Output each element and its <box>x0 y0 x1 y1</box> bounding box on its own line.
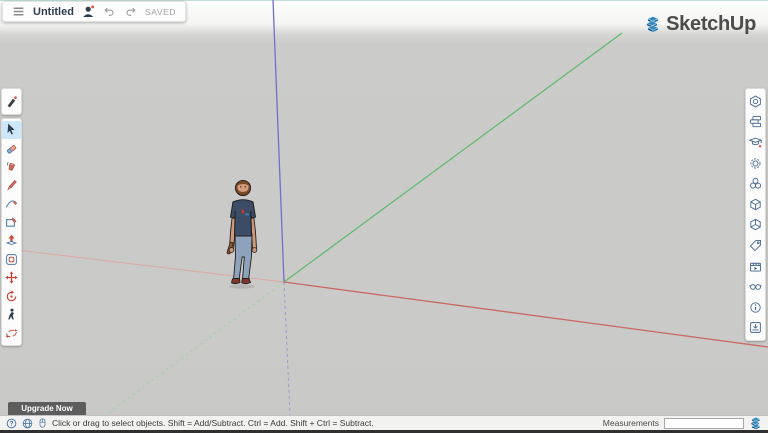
push-pull-icon <box>5 234 18 247</box>
tags-icon <box>749 239 762 252</box>
line-pencil-icon <box>5 179 18 192</box>
panel-model-info[interactable] <box>746 297 765 318</box>
move-tool-icon <box>5 271 18 284</box>
mouse-hints-button[interactable] <box>38 417 47 429</box>
tool-paint[interactable] <box>2 158 21 177</box>
sketchup-mini-logo-icon <box>749 417 762 430</box>
tool-move[interactable] <box>2 269 21 288</box>
orbit-tool-icon <box>5 327 18 340</box>
views-icon <box>749 218 762 231</box>
drawing-axes <box>0 0 768 415</box>
tool-line[interactable] <box>2 176 21 195</box>
sketchup-logo: SketchUp <box>644 13 756 36</box>
walk-tool-icon <box>5 308 18 321</box>
blue-axis <box>273 0 284 282</box>
rectangle-tool-icon <box>5 216 18 229</box>
tool-rectangle[interactable] <box>2 213 21 232</box>
avatar-icon <box>82 5 95 18</box>
eraser-icon <box>5 142 18 155</box>
undo-icon <box>103 6 116 18</box>
search-tool-icon <box>5 95 18 108</box>
tool-orbit[interactable] <box>2 324 21 343</box>
undo-button[interactable] <box>103 6 116 18</box>
mouse-icon <box>38 417 47 429</box>
green-axis-negative <box>106 282 284 415</box>
instructor-icon <box>749 136 762 149</box>
offset-tool-icon <box>5 253 18 266</box>
sketchup-logo-mark-icon <box>644 16 661 33</box>
red-axis <box>284 282 768 347</box>
left-tool-rail <box>1 88 22 346</box>
panel-3d-warehouse[interactable] <box>746 318 765 339</box>
styles-icon <box>749 157 762 170</box>
menu-button[interactable] <box>12 5 25 18</box>
panel-display[interactable] <box>746 276 765 297</box>
sketchup-logo-text: SketchUp <box>666 13 756 36</box>
document-toolbar: Untitled SAVED <box>2 1 186 22</box>
panel-tags[interactable] <box>746 235 765 256</box>
status-hint-text: Click or drag to select objects. Shift =… <box>52 418 374 428</box>
language-button[interactable] <box>22 418 33 429</box>
svg-text:?: ? <box>10 420 14 427</box>
entity-info-icon <box>749 95 762 108</box>
document-title[interactable]: Untitled <box>33 6 74 18</box>
person-scale-figure[interactable] <box>219 176 267 290</box>
tool-walk[interactable] <box>2 306 21 325</box>
measurements-label: Measurements <box>603 418 659 428</box>
model-info-icon <box>749 301 762 314</box>
panel-outliner[interactable] <box>746 112 765 133</box>
panel-materials[interactable] <box>746 173 765 194</box>
3d-warehouse-icon <box>749 321 762 334</box>
arc-tool-icon <box>5 197 18 210</box>
globe-icon <box>22 418 33 429</box>
tool-select[interactable] <box>2 121 21 140</box>
panel-instructor[interactable] <box>746 132 765 153</box>
select-arrow-icon <box>5 123 18 136</box>
panel-scenes[interactable] <box>746 256 765 277</box>
panel-entity-info[interactable] <box>746 91 765 112</box>
outliner-icon <box>749 115 762 128</box>
display-glasses-icon <box>749 280 762 293</box>
materials-icon <box>749 177 762 190</box>
green-axis <box>284 33 622 282</box>
panel-components[interactable] <box>746 194 765 215</box>
tool-rotate[interactable] <box>2 287 21 306</box>
measurements-input[interactable] <box>664 418 744 429</box>
save-status: SAVED <box>145 7 176 17</box>
scenes-icon <box>749 260 762 273</box>
tool-push-pull[interactable] <box>2 232 21 251</box>
components-icon <box>749 198 762 211</box>
help-button[interactable]: ? <box>6 418 17 429</box>
panel-styles[interactable] <box>746 153 765 174</box>
right-panel-rail <box>745 88 766 341</box>
tool-eraser[interactable] <box>2 139 21 158</box>
help-icon: ? <box>6 418 17 429</box>
redo-button[interactable] <box>124 6 137 18</box>
tool-offset[interactable] <box>2 250 21 269</box>
blue-axis-negative <box>284 282 290 415</box>
tool-arc[interactable] <box>2 195 21 214</box>
rotate-tool-icon <box>5 290 18 303</box>
3d-viewport[interactable] <box>0 0 768 415</box>
panel-views[interactable] <box>746 215 765 236</box>
paint-bucket-icon <box>5 160 18 173</box>
status-bar: ? Click or drag to select objects. Shift… <box>0 415 768 430</box>
hamburger-icon <box>12 5 25 18</box>
upgrade-now-button[interactable]: Upgrade Now <box>8 402 86 415</box>
account-button[interactable] <box>82 5 95 18</box>
redo-icon <box>124 6 137 18</box>
tool-search[interactable] <box>2 92 21 111</box>
